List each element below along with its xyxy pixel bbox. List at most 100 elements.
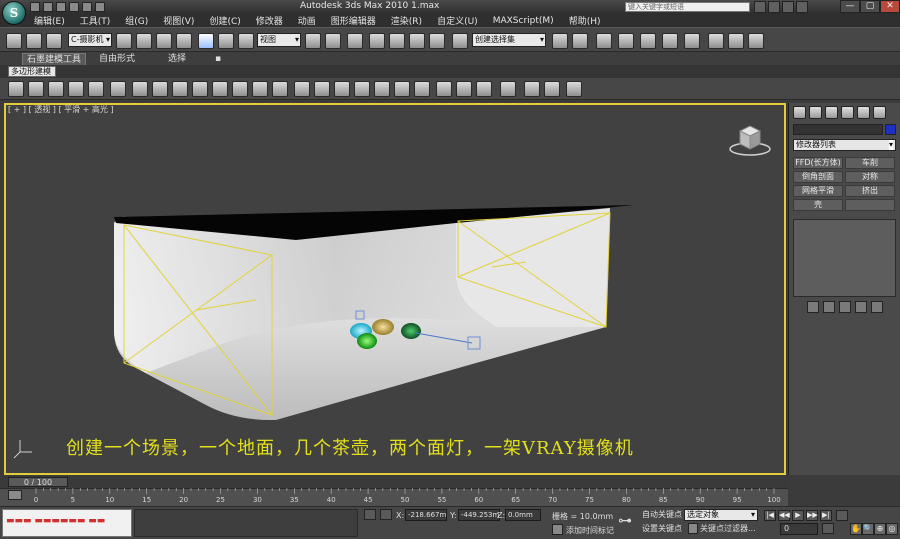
star-icon[interactable] [768, 1, 780, 13]
tab-graphite-modeling[interactable]: 石墨建模工具 [22, 53, 86, 65]
use-nurms-icon[interactable] [544, 81, 560, 97]
x-coordinate-field[interactable]: -218.667m [405, 509, 447, 521]
menu-customize[interactable]: 自定义(U) [437, 14, 478, 27]
target-weld-icon[interactable] [374, 81, 390, 97]
mirror-icon[interactable] [552, 33, 568, 49]
add-time-tag[interactable]: 添加时间标记 [566, 525, 614, 536]
app-logo-icon[interactable]: S [2, 1, 26, 25]
object-color-swatch[interactable] [885, 124, 896, 135]
undo-icon[interactable] [69, 2, 79, 12]
hierarchy-tab-icon[interactable] [825, 106, 838, 119]
configure-sets-icon[interactable] [870, 301, 883, 313]
utilities-tab-icon[interactable] [873, 106, 886, 119]
modify-tab-icon[interactable] [809, 106, 822, 119]
key-icon[interactable]: ⊶ [618, 513, 632, 529]
align-icon[interactable] [572, 33, 588, 49]
help-icon[interactable] [796, 1, 808, 13]
selection-filter-dropdown[interactable]: C-摄影机 [68, 33, 112, 47]
pivot-center-icon[interactable] [305, 33, 321, 49]
key-mode-toggle[interactable] [836, 510, 848, 521]
rect-selection-icon[interactable] [156, 33, 172, 49]
material-editor-icon[interactable] [684, 33, 700, 49]
tessellate-icon[interactable] [476, 81, 492, 97]
cut-icon[interactable] [394, 81, 410, 97]
time-config-icon[interactable] [822, 523, 834, 534]
slice-icon[interactable] [436, 81, 452, 97]
meshsmooth-icon[interactable] [456, 81, 472, 97]
maximize-viewport-icon[interactable]: ◎ [886, 523, 898, 535]
curve-editor-icon[interactable] [640, 33, 656, 49]
grow-icon[interactable] [132, 81, 148, 97]
preview-icon[interactable] [566, 81, 582, 97]
create-tab-icon[interactable] [793, 106, 806, 119]
modifier-ffd-box-button[interactable]: FFD(长方体) [793, 157, 843, 169]
ribbon-options-icon[interactable]: ▪ [210, 53, 226, 65]
outline-icon[interactable] [272, 81, 288, 97]
save-file-icon[interactable] [56, 2, 66, 12]
open-file-icon[interactable] [43, 2, 53, 12]
vertex-icon[interactable] [28, 81, 44, 97]
absolute-mode-icon[interactable] [380, 509, 392, 520]
orbit-icon[interactable]: ⊕ [874, 523, 886, 535]
make-planar-icon[interactable] [500, 81, 516, 97]
zoom-icon[interactable]: 🔍 [862, 523, 874, 535]
modifier-extrude-button[interactable]: 挤出 [845, 185, 895, 197]
time-slider[interactable]: 0 / 100 [8, 477, 68, 487]
menu-views[interactable]: 视图(V) [163, 14, 194, 27]
tab-selection[interactable]: 选择 [152, 53, 202, 65]
connect-icon[interactable] [334, 81, 350, 97]
new-file-icon[interactable] [30, 2, 40, 12]
modifier-list-dropdown[interactable]: 修改器列表 [793, 139, 896, 151]
shrink-icon[interactable] [152, 81, 168, 97]
menu-create[interactable]: 创建(C) [209, 14, 240, 27]
render-setup-icon[interactable] [708, 33, 724, 49]
percent-snap-icon[interactable] [409, 33, 425, 49]
chamfer-icon[interactable] [294, 81, 310, 97]
window-crossing-icon[interactable] [176, 33, 192, 49]
link-icon[interactable] [46, 33, 62, 49]
tab-freeform[interactable]: 自由形式 [92, 53, 142, 65]
modifier-lathe-button[interactable]: 车削 [845, 157, 895, 169]
modifier-bevel-profile-button[interactable]: 倒角剖面 [793, 171, 843, 183]
element-icon[interactable] [110, 81, 126, 97]
schematic-view-icon[interactable] [662, 33, 678, 49]
snap-3d-icon[interactable] [369, 33, 385, 49]
menu-edit[interactable]: 编辑(E) [34, 14, 65, 27]
maximize-button[interactable]: ▢ [860, 0, 880, 13]
pin-stack-icon[interactable] [806, 301, 819, 313]
rotate-icon[interactable] [218, 33, 234, 49]
select-by-name-icon[interactable] [136, 33, 152, 49]
edge-icon[interactable] [48, 81, 64, 97]
minimize-button[interactable]: — [840, 0, 860, 13]
menu-graph-editors[interactable]: 图形编辑器 [331, 14, 376, 27]
set-key-icon[interactable] [688, 523, 698, 534]
menu-animation[interactable]: 动画 [298, 14, 316, 27]
search-input[interactable]: 键入关键字或短语 [625, 2, 750, 12]
graphite-toggle-icon[interactable] [618, 33, 634, 49]
angle-snap-icon[interactable] [389, 33, 405, 49]
z-coordinate-field[interactable]: 0.0mm [505, 509, 541, 521]
close-button[interactable]: ✕ [880, 0, 900, 13]
edit-named-selection-icon[interactable] [452, 33, 468, 49]
keyboard-shortcut-icon[interactable] [347, 33, 363, 49]
mini-curve-editor-icon[interactable] [8, 490, 22, 500]
move-icon[interactable] [198, 33, 214, 49]
menu-help[interactable]: 帮助(H) [569, 14, 601, 27]
time-slider-track[interactable] [0, 475, 788, 488]
auto-key-button[interactable]: 自动关键点 [642, 509, 682, 521]
key-filters-button[interactable]: 关键点过滤器... [700, 523, 758, 535]
viewport-label[interactable]: [ + ] [ 透视 ] [ 平滑 + 高光 ] [8, 104, 114, 115]
menu-rendering[interactable]: 渲染(R) [391, 14, 422, 27]
menu-modifiers[interactable]: 修改器 [256, 14, 283, 27]
go-to-start-button[interactable]: |◀ [764, 510, 776, 521]
display-tab-icon[interactable] [857, 106, 870, 119]
border-icon[interactable] [68, 81, 84, 97]
select-object-icon[interactable] [116, 33, 132, 49]
key-mode-dropdown[interactable]: 选定对象 [684, 509, 758, 521]
current-frame-field[interactable]: 0 [780, 523, 818, 535]
project-folder-icon[interactable] [95, 2, 105, 12]
perspective-viewport[interactable] [4, 103, 786, 475]
pan-icon[interactable] [8, 81, 24, 97]
bevel-icon[interactable] [232, 81, 248, 97]
binoculars-icon[interactable] [754, 1, 766, 13]
